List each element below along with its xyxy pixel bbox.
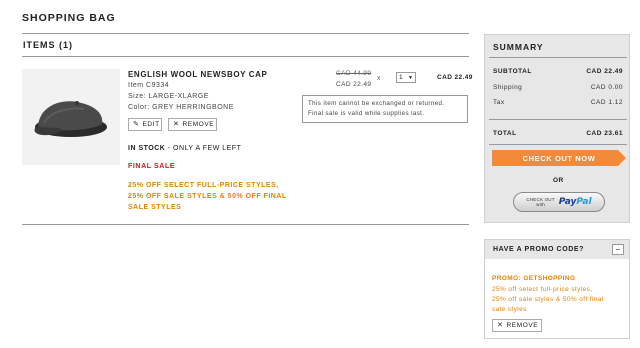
total-value: CAD 23.61 xyxy=(586,130,623,137)
subtotal-value: CAD 22.49 xyxy=(586,68,623,75)
items-header: ITEMS (1) xyxy=(22,33,469,57)
remove-button-label: REMOVE xyxy=(182,121,215,128)
or-label: OR xyxy=(553,177,564,184)
item-promo-line: 25% OFF SELECT FULL-PRICE STYLES, xyxy=(128,182,279,189)
item-promo-line: SALE STYLES xyxy=(128,204,182,211)
notice-line: This item cannot be exchanged or returne… xyxy=(308,100,445,107)
paypal-logo-pal: Pal xyxy=(576,197,592,207)
page-title: SHOPPING BAG xyxy=(22,12,116,24)
promo-desc-line: sale styles xyxy=(492,306,527,313)
subtotal-row: SUBTOTAL CAD 22.49 xyxy=(493,68,623,75)
close-icon: ✕ xyxy=(173,121,180,128)
quantity-value: 1 xyxy=(399,74,403,81)
promo-desc-line: 25% off select full-price styles, xyxy=(492,286,593,293)
product-size: Size: LARGE-XLARGE xyxy=(128,93,209,100)
shipping-label: Shipping xyxy=(493,84,523,91)
summary-divider xyxy=(489,144,627,145)
promo-heading: HAVE A PROMO CODE? xyxy=(493,246,585,253)
promo-description: 25% off select full-price styles, 25% of… xyxy=(492,285,627,315)
product-image[interactable] xyxy=(22,69,120,165)
product-color: Color: GREY HERRINGBONE xyxy=(128,104,234,111)
tax-label: Tax xyxy=(493,99,505,106)
notice-line: Final sale is valid while supplies last. xyxy=(308,110,425,117)
promo-code-panel: HAVE A PROMO CODE? – PROMO: GETSHOPPING … xyxy=(484,239,630,339)
promo-header: HAVE A PROMO CODE? – xyxy=(485,240,629,259)
product-name[interactable]: ENGLISH WOOL NEWSBOY CAP xyxy=(128,70,267,79)
item-promo-line: 25% OFF SALE STYLES & 50% OFF FINAL xyxy=(128,193,287,200)
remove-button[interactable]: ✕ REMOVE xyxy=(168,118,217,131)
line-total: CAD 22.49 xyxy=(437,74,473,81)
close-icon: ✕ xyxy=(497,322,504,329)
paypal-logo: PayPal xyxy=(559,197,592,207)
promo-remove-label: REMOVE xyxy=(506,322,539,329)
edit-button-label: EDIT xyxy=(142,121,160,128)
total-row: TOTAL CAD 23.61 xyxy=(493,130,623,137)
stock-status-label: IN STOCK xyxy=(128,145,166,152)
promo-remove-button[interactable]: ✕ REMOVE xyxy=(492,319,542,332)
summary-divider xyxy=(489,57,627,58)
final-sale-notice: This item cannot be exchanged or returne… xyxy=(302,95,468,123)
final-sale-label: FINAL SALE xyxy=(128,163,176,170)
promo-code-title: PROMO: GETSHOPPING xyxy=(492,275,576,282)
paypal-caption-line: with xyxy=(536,202,545,207)
stock-status-note: - ONLY A FEW LEFT xyxy=(165,145,242,152)
tax-row: Tax CAD 1.12 xyxy=(493,99,623,106)
edit-button[interactable]: ✎ EDIT xyxy=(128,118,162,131)
items-count-label: ITEMS (1) xyxy=(23,40,74,50)
quantity-select[interactable]: 1 ▼ xyxy=(396,72,416,83)
stock-status: IN STOCK - ONLY A FEW LEFT xyxy=(128,145,241,152)
summary-title: SUMMARY xyxy=(493,42,544,52)
tax-value: CAD 1.12 xyxy=(590,99,623,106)
times-sign: x xyxy=(377,75,381,82)
chevron-down-icon: ▼ xyxy=(408,74,413,81)
promo-desc-line: 25% off sale styles & 50% off final xyxy=(492,296,604,303)
paypal-checkout-button[interactable]: CHECK OUT with PayPal xyxy=(513,192,605,212)
paypal-logo-pay: Pay xyxy=(558,197,577,207)
item-promo-note: 25% OFF SELECT FULL-PRICE STYLES, 25% OF… xyxy=(128,180,298,213)
checkout-now-button[interactable]: CHECK OUT NOW xyxy=(492,150,626,166)
collapse-toggle[interactable]: – xyxy=(612,244,624,255)
pencil-icon: ✎ xyxy=(133,121,140,128)
paypal-caption: CHECK OUT with xyxy=(526,197,554,207)
sale-price: CAD 22.49 xyxy=(336,81,372,88)
summary-divider xyxy=(489,119,627,120)
original-price: CAD 44.99 xyxy=(336,70,372,77)
total-label: TOTAL xyxy=(493,130,517,137)
cap-image xyxy=(34,101,107,137)
shipping-row: Shipping CAD 0.00 xyxy=(493,84,623,91)
product-item-number: Item C9334 xyxy=(128,82,170,89)
shipping-value: CAD 0.00 xyxy=(590,84,623,91)
subtotal-label: SUBTOTAL xyxy=(493,68,532,75)
items-divider xyxy=(22,224,469,225)
